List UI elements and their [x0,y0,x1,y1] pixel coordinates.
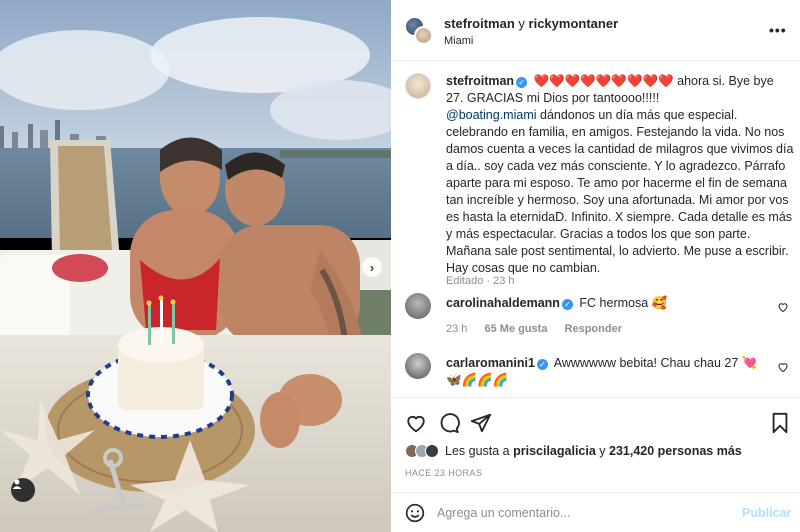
verified-icon: ✓ [536,359,548,370]
avatar-stefroitman[interactable] [414,26,433,45]
comment-avatar[interactable] [405,353,431,379]
reply-button[interactable]: Responder [565,323,622,335]
comment-text: carolinahaldemann ✓ FC hermosa 🥰 [446,295,766,312]
comment-input[interactable] [437,501,727,525]
post-owners: stefroitman y rickymontaner [444,16,618,31]
post-side-panel: stefroitman y rickymontaner Miami ••• st… [391,0,800,532]
likes-text: Les gusta a priscilagalicia y 231,420 pe… [445,444,742,458]
caption-text: stefroitman ✓ ❤️❤️❤️❤️❤️❤️❤️❤️❤️ ahora si… [446,73,794,277]
likes-middle: y [595,444,609,458]
collab-avatars[interactable] [405,17,433,45]
comment-meta: 23 h 65 Me gusta Responder [446,323,636,335]
comment-like-heart-icon[interactable] [777,361,789,373]
user-icon [12,479,22,489]
liker-username[interactable]: priscilagalicia [513,444,596,458]
photo-illustration [0,0,391,532]
comment-like-heart-icon[interactable] [777,301,789,313]
comments-section[interactable]: stefroitman ✓ ❤️❤️❤️❤️❤️❤️❤️❤️❤️ ahora si… [391,61,800,397]
likes-prefix: Les gusta a [445,444,514,458]
bookmark-icon[interactable] [770,412,790,434]
post-timestamp[interactable]: HACE 23 HORAS [405,468,482,478]
tagged-users-button[interactable] [11,478,35,502]
liker-avatar [425,444,439,458]
comment-username[interactable]: carlaromanini1 [446,356,535,370]
verified-icon: ✓ [561,299,573,310]
caption-avatar[interactable] [405,73,431,99]
owner-username-1[interactable]: stefroitman [444,16,515,31]
caption-meta: Editado · 23 h [446,275,515,287]
publish-button[interactable]: Publicar [742,506,791,520]
likes-summary[interactable]: Les gusta a priscilagalicia y 231,420 pe… [405,444,742,458]
caption-hearts: ❤️❤️❤️❤️❤️❤️❤️❤️❤️ [533,74,674,88]
post-header: stefroitman y rickymontaner Miami ••• [391,0,800,61]
post-actions: Les gusta a priscilagalicia y 231,420 pe… [391,397,800,497]
comment-likes[interactable]: 65 Me gusta [484,323,547,335]
comment-username[interactable]: carolinahaldemann [446,296,560,310]
verified-icon: ✓ [516,77,528,88]
share-icon[interactable] [470,412,492,434]
caption-username[interactable]: stefroitman [446,74,514,88]
likes-count[interactable]: 231,420 personas más [609,444,742,458]
more-options-button[interactable]: ••• [769,22,787,38]
caption-body: dándonos un día más que especial. celebr… [446,108,794,275]
post-location[interactable]: Miami [444,35,473,47]
next-image-button[interactable]: › [362,257,382,277]
add-comment-bar: Publicar [391,492,800,532]
owners-joiner: y [514,16,529,31]
comment-avatar[interactable] [405,293,431,319]
comment-icon[interactable] [438,412,460,434]
emoji-icon[interactable] [405,503,425,523]
comment-text: carlaromanini1 ✓ Awwwwww bebita! Chau cha… [446,355,766,389]
caption-mention[interactable]: @boating.miami [446,108,537,122]
comment-time: 23 h [446,323,468,335]
comment-body: FC hermosa 🥰 [575,296,668,310]
heart-icon[interactable] [405,412,427,434]
instagram-post: › stefroitman y rickymontaner Miami ••• [0,0,800,532]
post-photo[interactable]: › [0,0,391,532]
owner-username-2[interactable]: rickymontaner [529,16,619,31]
